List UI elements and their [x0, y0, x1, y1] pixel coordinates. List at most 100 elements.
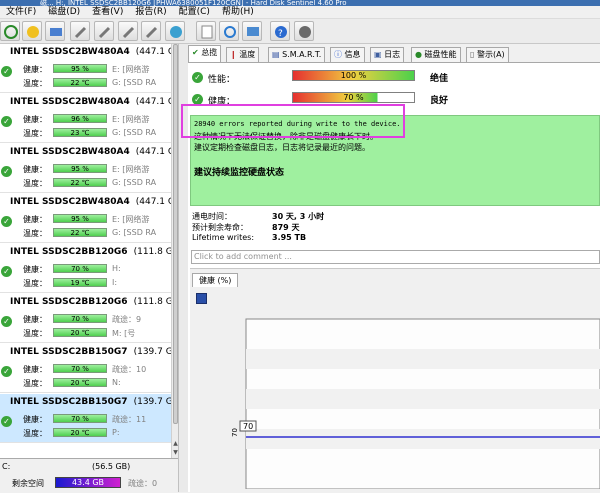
- temp-label: 温度：: [23, 179, 47, 188]
- save-icon[interactable]: [196, 293, 207, 304]
- info-icon: [299, 26, 311, 38]
- disk-item[interactable]: INTEL SSDSC2BB120G6 (111.8 GB) ✓ 健康： 70 %…: [0, 294, 177, 343]
- refresh-button[interactable]: [0, 21, 20, 41]
- disk-item[interactable]: INTEL SSDSC2BW480A4(447.1 GB) ✓ 健康： 95 %…: [0, 194, 177, 243]
- temp-bar: 22 ℃: [53, 178, 107, 187]
- disk-name: INTEL SSDSC2BW480A4(447.1 GB): [10, 147, 177, 157]
- surface-test-button[interactable]: [45, 21, 65, 41]
- tab-alerts[interactable]: ▯ 警示(A): [466, 47, 509, 62]
- temp-label: 温度：: [23, 129, 47, 138]
- tab-log[interactable]: ▣ 日志: [370, 47, 405, 62]
- temp-label: 温度：: [23, 429, 47, 438]
- chart-tab-health[interactable]: 健康 (%): [192, 273, 239, 287]
- disk-item[interactable]: INTEL SSDSC2BW480A4(447.1 GB) ✓ 健康： 95 %…: [0, 144, 177, 193]
- menu-disk[interactable]: 磁盘(D): [42, 6, 86, 19]
- tool-b-button[interactable]: [94, 21, 114, 41]
- health-rating: 良好: [430, 96, 449, 106]
- grid-band: [246, 389, 600, 409]
- ok-check-icon: ✓: [192, 72, 203, 83]
- tab-bar: ✔ 总揽 ❙ 温度 ▤ S.M.A.R.T. ⓘ 信息 ▣ 日志 ● 磁盘性能 …: [188, 44, 600, 62]
- highlight-box: [181, 104, 405, 138]
- alert-page-icon: ▯: [470, 50, 475, 59]
- health-label: 健康：: [23, 315, 47, 324]
- ok-check-icon: ✓: [1, 166, 12, 177]
- alert-button[interactable]: [22, 21, 42, 41]
- menu-file[interactable]: 文件(F): [0, 6, 42, 19]
- menu-view[interactable]: 查看(V): [86, 6, 129, 19]
- document-button[interactable]: [196, 21, 216, 41]
- performance-label: 性能：: [208, 75, 236, 85]
- temp-bar: 20 ℃: [53, 378, 107, 387]
- monitor-icon: [247, 27, 259, 36]
- ok-check-icon: ✓: [1, 116, 12, 127]
- remaining-life-value: 879 天: [272, 223, 300, 232]
- disk-list-scrollbar[interactable]: ▲ ▼: [171, 44, 178, 458]
- temp-bar: 20 ℃: [53, 328, 107, 337]
- tab-info[interactable]: ⓘ 信息: [330, 47, 365, 62]
- ok-check-icon: ✓: [1, 366, 12, 377]
- tool-a-button[interactable]: [70, 21, 90, 41]
- health-label: 健康：: [23, 365, 47, 374]
- y-tick-label: 70: [231, 428, 239, 437]
- point-label: 70: [243, 422, 253, 431]
- temp-bar: 22 ℃: [53, 228, 107, 237]
- disk-item-selected[interactable]: INTEL SSDSC2BB150G7 (139.7 GB) ✓ 健康： 70 %…: [0, 394, 177, 443]
- disk-item[interactable]: INTEL SSDSC2BB150G7 (139.7 GB) ✓ 健康： 70 %…: [0, 344, 177, 393]
- remaining-life-label: 预计剩余寿命：: [192, 223, 248, 232]
- health-label: 健康：: [23, 265, 47, 274]
- menu-report[interactable]: 报告(R): [129, 6, 172, 19]
- disk-item[interactable]: INTEL SSDSC2BW480A4(447.1 GB) ✓ 健康： 96 %…: [0, 94, 177, 143]
- tool-d-button[interactable]: [141, 21, 161, 41]
- disk-list: INTEL SSDSC2BW480A4(447.1 GB) ✓ 健康： 95 %…: [0, 44, 178, 458]
- disk-name: INTEL SSDSC2BB120G6 (111.8 GB): [10, 247, 178, 257]
- menu-config[interactable]: 配置(C): [173, 6, 216, 19]
- globe-button[interactable]: [165, 21, 185, 41]
- disk-volume: G: [SSD RA: [112, 178, 157, 187]
- menu-help[interactable]: 帮助(H): [216, 6, 260, 19]
- health-label: 健康：: [23, 65, 47, 74]
- update-button[interactable]: [219, 21, 239, 41]
- monitor-button[interactable]: [242, 21, 262, 41]
- cycle-icon: [224, 26, 236, 38]
- document-icon: [201, 25, 213, 39]
- svg-text:?: ?: [278, 29, 283, 39]
- disk-volume: E: [网络游: [112, 115, 150, 124]
- info-icon: ⓘ: [334, 50, 342, 59]
- disk-volume: H:: [112, 264, 121, 273]
- disk-volume: P:: [112, 428, 120, 437]
- performance-rating: 绝佳: [430, 74, 449, 84]
- wrench-icon: [145, 26, 158, 39]
- tab-smart[interactable]: ▤ S.M.A.R.T.: [268, 47, 326, 62]
- disk-volume: M: [号: [112, 329, 136, 338]
- tab-overview[interactable]: ✔ 总揽: [188, 45, 222, 62]
- health-bar: 95 %: [53, 214, 107, 223]
- tab-disk-performance[interactable]: ● 磁盘性能: [411, 47, 461, 62]
- health-chart-area: 健康 (%) 70 70: [190, 268, 600, 493]
- advice-message: 建议定期检查磁盘日志，日志将记录最近的问题。: [194, 143, 370, 152]
- disk-icon: [50, 28, 62, 36]
- health-label: 健康：: [23, 415, 47, 424]
- health-bar: 70 %: [53, 314, 107, 323]
- temp-bar: 22 ℃: [53, 78, 107, 87]
- disk-volume: 疏途：10: [112, 365, 147, 374]
- help-button[interactable]: ?: [270, 21, 290, 41]
- disk-volume: 疏途：9: [112, 315, 142, 324]
- disk-volume: G: [SSD RA: [112, 128, 157, 137]
- alert-icon: [27, 26, 39, 38]
- power-on-value: 30 天, 3 小时: [272, 212, 325, 221]
- ok-check-icon: ✓: [1, 416, 12, 427]
- ok-check-icon: ✓: [1, 266, 12, 277]
- disk-item[interactable]: INTEL SSDSC2BB120G6 (111.8 GB) ✓ 健康： 70 %…: [0, 244, 178, 293]
- temp-label: 温度：: [23, 279, 47, 288]
- tab-temperature[interactable]: ❙ 温度: [226, 47, 260, 62]
- globe-icon: [170, 26, 182, 38]
- lifetime-writes-value: 3.95 TB: [272, 233, 307, 242]
- health-label: 健康：: [23, 215, 47, 224]
- disk-volume: I:: [112, 278, 118, 287]
- tool-c-button[interactable]: [118, 21, 138, 41]
- drive-extra: 疏途：0: [128, 479, 158, 488]
- about-button[interactable]: [294, 21, 314, 41]
- comment-input[interactable]: Click to add comment ...: [191, 250, 600, 264]
- temp-label: 温度：: [23, 379, 47, 388]
- disk-item[interactable]: INTEL SSDSC2BW480A4(447.1 GB) ✓ 健康： 95 %…: [0, 44, 177, 93]
